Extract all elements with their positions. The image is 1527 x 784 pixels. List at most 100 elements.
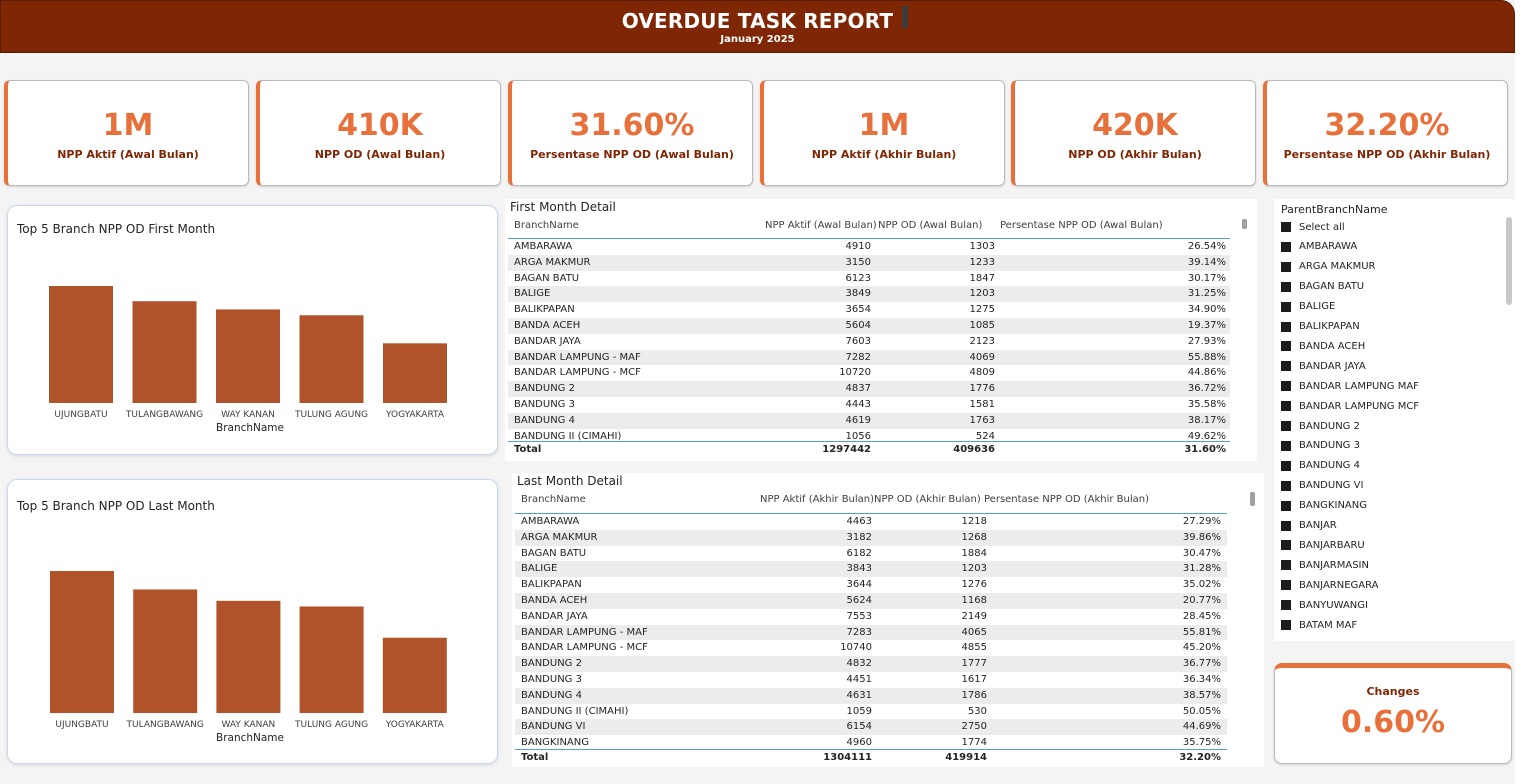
slicer-item[interactable]: BATAM MAF — [1281, 617, 1357, 633]
checkbox-icon[interactable] — [1281, 560, 1291, 571]
chart-last-month[interactable]: Top 5 Branch NPP OD Last Month UJUNGBATU… — [7, 479, 498, 764]
table-row[interactable]: BANDUNG 2 4832 1777 36.77% — [515, 656, 1227, 672]
col-npp-od[interactable]: NPP OD (Awal Bulan) — [878, 220, 982, 231]
checkbox-icon[interactable] — [1281, 440, 1291, 451]
table-row[interactable]: BANDUNG 2 4837 1776 36.72% — [508, 381, 1230, 397]
table-row[interactable]: BANDAR JAYA 7553 2149 28.45% — [515, 609, 1227, 625]
checkbox-icon[interactable] — [1281, 341, 1291, 352]
table-row[interactable]: BALIGE 3843 1203 31.28% — [515, 561, 1227, 578]
table-row[interactable]: BANDA ACEH 5624 1168 20.77% — [515, 592, 1227, 609]
bar-yogyakarta[interactable] — [383, 343, 447, 403]
col-branchname[interactable]: BranchName — [521, 494, 586, 505]
bar-way-kanan[interactable] — [216, 600, 281, 713]
slicer-item[interactable]: BANJAR — [1281, 518, 1337, 534]
table-row[interactable]: BALIKPAPAN 3654 1275 34.90% — [508, 302, 1230, 318]
slicer-item[interactable]: ARGA MAKMUR — [1281, 259, 1375, 275]
slicer-item[interactable]: BANJARBARU — [1281, 537, 1365, 553]
table-row[interactable]: ARGA MAKMUR 3150 1233 39.14% — [508, 254, 1230, 271]
table-row[interactable]: BANDUNG 3 4451 1617 36.34% — [515, 672, 1227, 688]
slicer-item[interactable]: BALIGE — [1281, 299, 1335, 315]
slicer-item[interactable]: BANJARNEGARA — [1281, 577, 1379, 593]
table-row[interactable]: BANDAR LAMPUNG - MCF 10740 4855 45.20% — [515, 640, 1227, 656]
slicer-item[interactable]: BANDAR LAMPUNG MCF — [1281, 398, 1419, 414]
slicer-item[interactable]: BANYUWANGI — [1281, 597, 1368, 613]
kpi-card-npp-aktif-awal[interactable]: 1M NPP Aktif (Awal Bulan) — [4, 80, 249, 186]
slicer-item[interactable]: BANGKINANG — [1281, 498, 1367, 514]
checkbox-icon[interactable] — [1281, 460, 1291, 471]
slicer-item[interactable]: BALIKPAPAN — [1281, 319, 1360, 335]
col-persentase[interactable]: Persentase NPP OD (Akhir Bulan) — [984, 494, 1149, 505]
kpi-card-npp-od-awal[interactable]: 410K NPP OD (Awal Bulan) — [256, 80, 501, 186]
slicer-item-select-all[interactable]: Select all — [1281, 219, 1345, 235]
checkbox-icon[interactable] — [1281, 620, 1291, 630]
table-row[interactable]: BAGAN BATU 6123 1847 30.17% — [508, 271, 1230, 287]
table-row[interactable]: BANDUNG VI 6154 2750 44.69% — [515, 719, 1227, 736]
slicer-item[interactable]: AMBARAWA — [1281, 239, 1357, 255]
kpi-card-persentase-akhir[interactable]: 32.20% Persentase NPP OD (Akhir Bulan) — [1263, 80, 1508, 186]
checkbox-icon[interactable] — [1281, 520, 1291, 531]
bar-yogyakarta[interactable] — [382, 637, 447, 713]
bar-ujungbatu[interactable] — [50, 571, 114, 713]
table-scrollbar[interactable] — [1242, 219, 1247, 229]
checkbox-icon[interactable] — [1281, 540, 1291, 551]
col-npp-od[interactable]: NPP OD (Akhir Bulan) — [874, 494, 981, 505]
slicer-item[interactable]: BANJARMASIN — [1281, 557, 1369, 573]
col-branchname[interactable]: BranchName — [514, 220, 579, 231]
table-row[interactable]: BANDAR JAYA 7603 2123 27.93% — [508, 334, 1230, 350]
checkbox-icon[interactable] — [1281, 301, 1291, 312]
checkbox-icon[interactable] — [1281, 261, 1291, 272]
slicer-item[interactable]: BANDAR LAMPUNG MAF — [1281, 378, 1419, 394]
table-row[interactable]: BANDUNG 3 4443 1581 35.58% — [508, 397, 1230, 413]
checkbox-icon[interactable] — [1281, 480, 1291, 491]
chart-first-month[interactable]: Top 5 Branch NPP OD First Month UJUNGBAT… — [7, 205, 498, 455]
table-row[interactable]: BANDUNG 4 4631 1786 38.57% — [515, 687, 1227, 704]
checkbox-icon[interactable] — [1281, 600, 1291, 611]
kpi-card-npp-aktif-akhir[interactable]: 1M NPP Aktif (Akhir Bulan) — [760, 80, 1005, 186]
table-row[interactable]: BANDUNG II (CIMAHI) 1059 530 50.05% — [515, 704, 1227, 720]
table-row[interactable]: AMBARAWA 4910 1303 26.54% — [508, 239, 1230, 255]
checkbox-icon[interactable] — [1281, 222, 1291, 232]
kpi-card-npp-od-akhir[interactable]: 420K NPP OD (Akhir Bulan) — [1011, 80, 1256, 186]
checkbox-icon[interactable] — [1281, 281, 1291, 292]
checkbox-icon[interactable] — [1281, 361, 1291, 372]
checkbox-icon[interactable] — [1281, 401, 1291, 412]
checkbox-icon[interactable] — [1281, 321, 1291, 332]
checkbox-icon[interactable] — [1281, 381, 1291, 392]
slicer-scrollbar[interactable] — [1506, 217, 1512, 305]
slicer-item[interactable]: BANDUNG 2 — [1281, 418, 1360, 434]
table-row[interactable]: BALIGE 3849 1203 31.25% — [508, 286, 1230, 303]
bar-tulung-agung[interactable] — [299, 315, 364, 403]
table-row[interactable]: BANDAR LAMPUNG - MAF 7283 4065 55.81% — [515, 624, 1227, 641]
table-row[interactable]: BANDA ACEH 5604 1085 19.37% — [508, 317, 1230, 334]
col-persentase[interactable]: Persentase NPP OD (Awal Bulan) — [1000, 220, 1163, 231]
bar-way-kanan[interactable] — [216, 309, 280, 403]
col-npp-aktif[interactable]: NPP Aktif (Akhir Bulan) — [760, 494, 874, 505]
first-month-table[interactable]: First Month Detail BranchName NPP Aktif … — [505, 199, 1257, 461]
table-row[interactable]: BANDUNG 4 4619 1763 38.17% — [508, 412, 1230, 429]
bar-tulangbawang[interactable] — [132, 301, 197, 403]
table-row[interactable]: BALIKPAPAN 3644 1276 35.02% — [515, 577, 1227, 593]
bar-ujungbatu[interactable] — [49, 286, 113, 403]
slicer-item[interactable]: BANDA ACEH — [1281, 338, 1365, 354]
table-row[interactable]: BANDAR LAMPUNG - MCF 10720 4809 44.86% — [508, 365, 1230, 381]
table-row[interactable]: ARGA MAKMUR 3182 1268 39.86% — [515, 529, 1227, 546]
slicer-item[interactable]: BANDUNG 3 — [1281, 438, 1360, 454]
kpi-card-persentase-awal[interactable]: 31.60% Persentase NPP OD (Awal Bulan) — [508, 80, 753, 186]
slicer-item[interactable]: BANDAR JAYA — [1281, 358, 1366, 374]
col-npp-aktif[interactable]: NPP Aktif (Awal Bulan) — [765, 220, 877, 231]
table-row[interactable]: AMBARAWA 4463 1218 27.29% — [515, 514, 1227, 530]
table-row[interactable]: BAGAN BATU 6182 1884 30.47% — [515, 546, 1227, 562]
table-row[interactable]: BANDAR LAMPUNG - MAF 7282 4069 55.88% — [508, 349, 1230, 366]
checkbox-icon[interactable] — [1281, 500, 1291, 511]
last-month-table[interactable]: Last Month Detail BranchName NPP Aktif (… — [512, 473, 1264, 767]
slicer-item[interactable]: BAGAN BATU — [1281, 279, 1364, 295]
table-scrollbar[interactable] — [1250, 492, 1255, 506]
branch-slicer[interactable]: ParentBranchName Select all AMBARAWA ARGA … — [1274, 199, 1515, 641]
checkbox-icon[interactable] — [1281, 421, 1291, 431]
slicer-item[interactable]: BANDUNG 4 — [1281, 458, 1360, 474]
changes-card[interactable]: Changes 0.60% — [1274, 663, 1512, 764]
bar-tulung-agung[interactable] — [299, 606, 364, 714]
checkbox-icon[interactable] — [1281, 241, 1291, 252]
bar-tulangbawang[interactable] — [133, 589, 198, 713]
checkbox-icon[interactable] — [1281, 580, 1291, 591]
